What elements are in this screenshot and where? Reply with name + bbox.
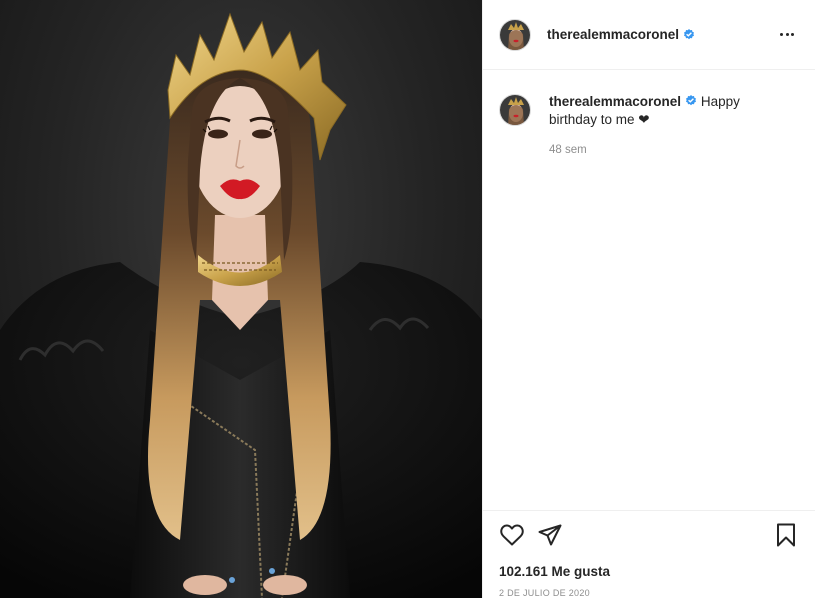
post-time-ago[interactable]: 48 sem	[549, 141, 779, 159]
avatar[interactable]	[499, 18, 531, 51]
caption-comment: therealemmacoronel Happy birthday to me …	[483, 70, 815, 159]
more-options-icon[interactable]	[775, 23, 799, 47]
heart-icon[interactable]	[499, 523, 525, 547]
like-count[interactable]: 102.161 Me gusta	[499, 564, 799, 579]
bookmark-icon[interactable]	[773, 523, 799, 547]
post-header: therealemmacoronel	[483, 0, 815, 70]
avatar[interactable]	[499, 94, 531, 126]
caption-body: therealemmacoronel Happy birthday to me …	[549, 93, 779, 159]
instagram-post: therealemmacoronel therealemmacoronel Ha…	[0, 0, 815, 598]
post-date[interactable]: 2 DE JULIO DE 2020	[499, 588, 799, 598]
portrait-illustration	[0, 12, 482, 598]
paper-plane-icon[interactable]	[537, 523, 563, 547]
verified-badge-icon	[684, 28, 695, 39]
post-actions: 102.161 Me gusta 2 DE JULIO DE 2020	[483, 510, 815, 598]
verified-badge-icon	[686, 95, 697, 106]
post-photo[interactable]	[0, 0, 482, 598]
username[interactable]: therealemmacoronel	[547, 27, 679, 42]
post-sidebar: therealemmacoronel therealemmacoronel Ha…	[482, 0, 815, 598]
action-bar	[499, 523, 799, 547]
caption-username[interactable]: therealemmacoronel	[549, 94, 681, 109]
